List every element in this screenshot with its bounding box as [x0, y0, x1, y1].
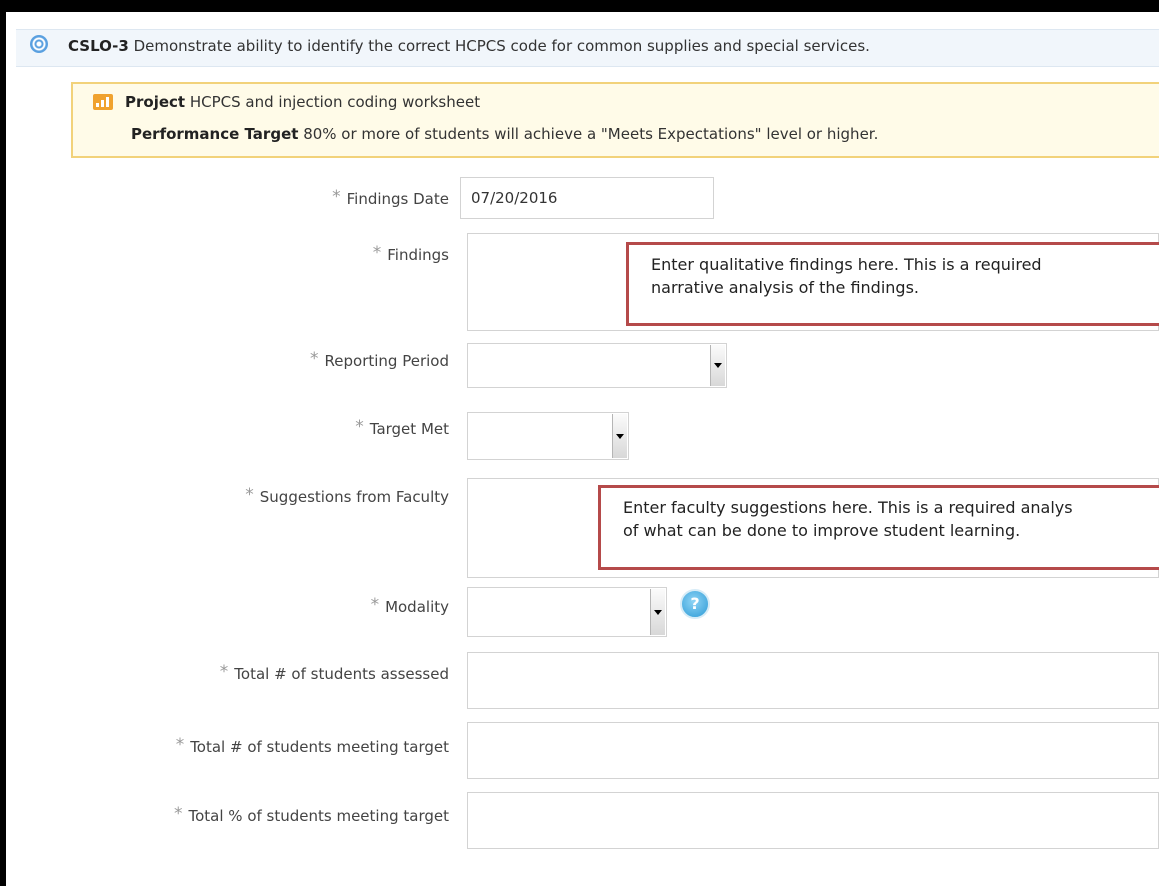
findings-date-label: * Findings Date: [332, 187, 449, 208]
reporting-period-label: * Reporting Period: [310, 349, 449, 370]
suggestions-note-line1: Enter faculty suggestions here. This is …: [623, 498, 1073, 517]
chevron-down-icon[interactable]: [710, 345, 725, 386]
project-title: Project HCPCS and injection coding works…: [125, 93, 480, 111]
screenshot-frame-top: [0, 0, 1159, 12]
screenshot-frame-left: [0, 0, 6, 886]
findings-note-line1: Enter qualitative findings here. This is…: [651, 255, 1042, 274]
required-marker: *: [372, 243, 382, 263]
required-marker: *: [219, 662, 229, 682]
modality-select[interactable]: [467, 587, 667, 637]
findings-date-input[interactable]: 07/20/2016: [460, 177, 714, 219]
chevron-down-icon[interactable]: [650, 589, 665, 635]
help-icon[interactable]: ?: [680, 589, 710, 619]
target-icon: [30, 35, 48, 53]
target-met-select[interactable]: [467, 412, 629, 460]
suggestions-label: * Suggestions from Faculty: [245, 485, 449, 506]
suggestions-note-line2: of what can be done to improve student l…: [623, 521, 1021, 540]
total-percent-input[interactable]: [467, 792, 1159, 849]
findings-date-value: 07/20/2016: [471, 189, 558, 207]
outcome-description: Demonstrate ability to identify the corr…: [133, 37, 870, 55]
suggestions-annotation: Enter faculty suggestions here. This is …: [598, 485, 1159, 570]
target-met-label: * Target Met: [355, 417, 449, 438]
outcome-code: CSLO-3: [68, 37, 129, 55]
project-panel: Project HCPCS and injection coding works…: [71, 82, 1159, 158]
total-meeting-input[interactable]: [467, 722, 1159, 779]
chevron-down-icon[interactable]: [612, 414, 627, 458]
bar-chart-icon: [93, 94, 113, 110]
performance-target-text: 80% or more of students will achieve a "…: [303, 125, 879, 143]
required-marker: *: [370, 595, 380, 615]
required-marker: *: [310, 349, 319, 369]
total-percent-label: * Total % of students meeting target: [174, 804, 449, 825]
performance-target-label: Performance Target: [131, 125, 299, 143]
performance-target: Performance Target 80% or more of studen…: [131, 125, 878, 143]
modality-label: * Modality: [370, 595, 449, 616]
required-marker: *: [332, 187, 341, 207]
total-assessed-label: * Total # of students assessed: [219, 662, 449, 683]
reporting-period-select[interactable]: [467, 343, 727, 388]
required-marker: *: [245, 485, 254, 505]
outcome-header: CSLO-3 Demonstrate ability to identify t…: [16, 29, 1159, 67]
project-name: HCPCS and injection coding worksheet: [189, 93, 481, 111]
total-meeting-label: * Total # of students meeting target: [175, 735, 449, 756]
outcome-title: CSLO-3 Demonstrate ability to identify t…: [68, 37, 870, 55]
required-marker: *: [355, 417, 364, 437]
project-label: Project: [125, 93, 186, 111]
findings-label: * Findings: [372, 243, 449, 264]
required-marker: *: [175, 735, 185, 755]
findings-annotation: Enter qualitative findings here. This is…: [626, 242, 1159, 326]
findings-note-line2: narrative analysis of the findings.: [651, 278, 919, 297]
total-assessed-input[interactable]: [467, 652, 1159, 709]
required-marker: *: [174, 804, 183, 824]
